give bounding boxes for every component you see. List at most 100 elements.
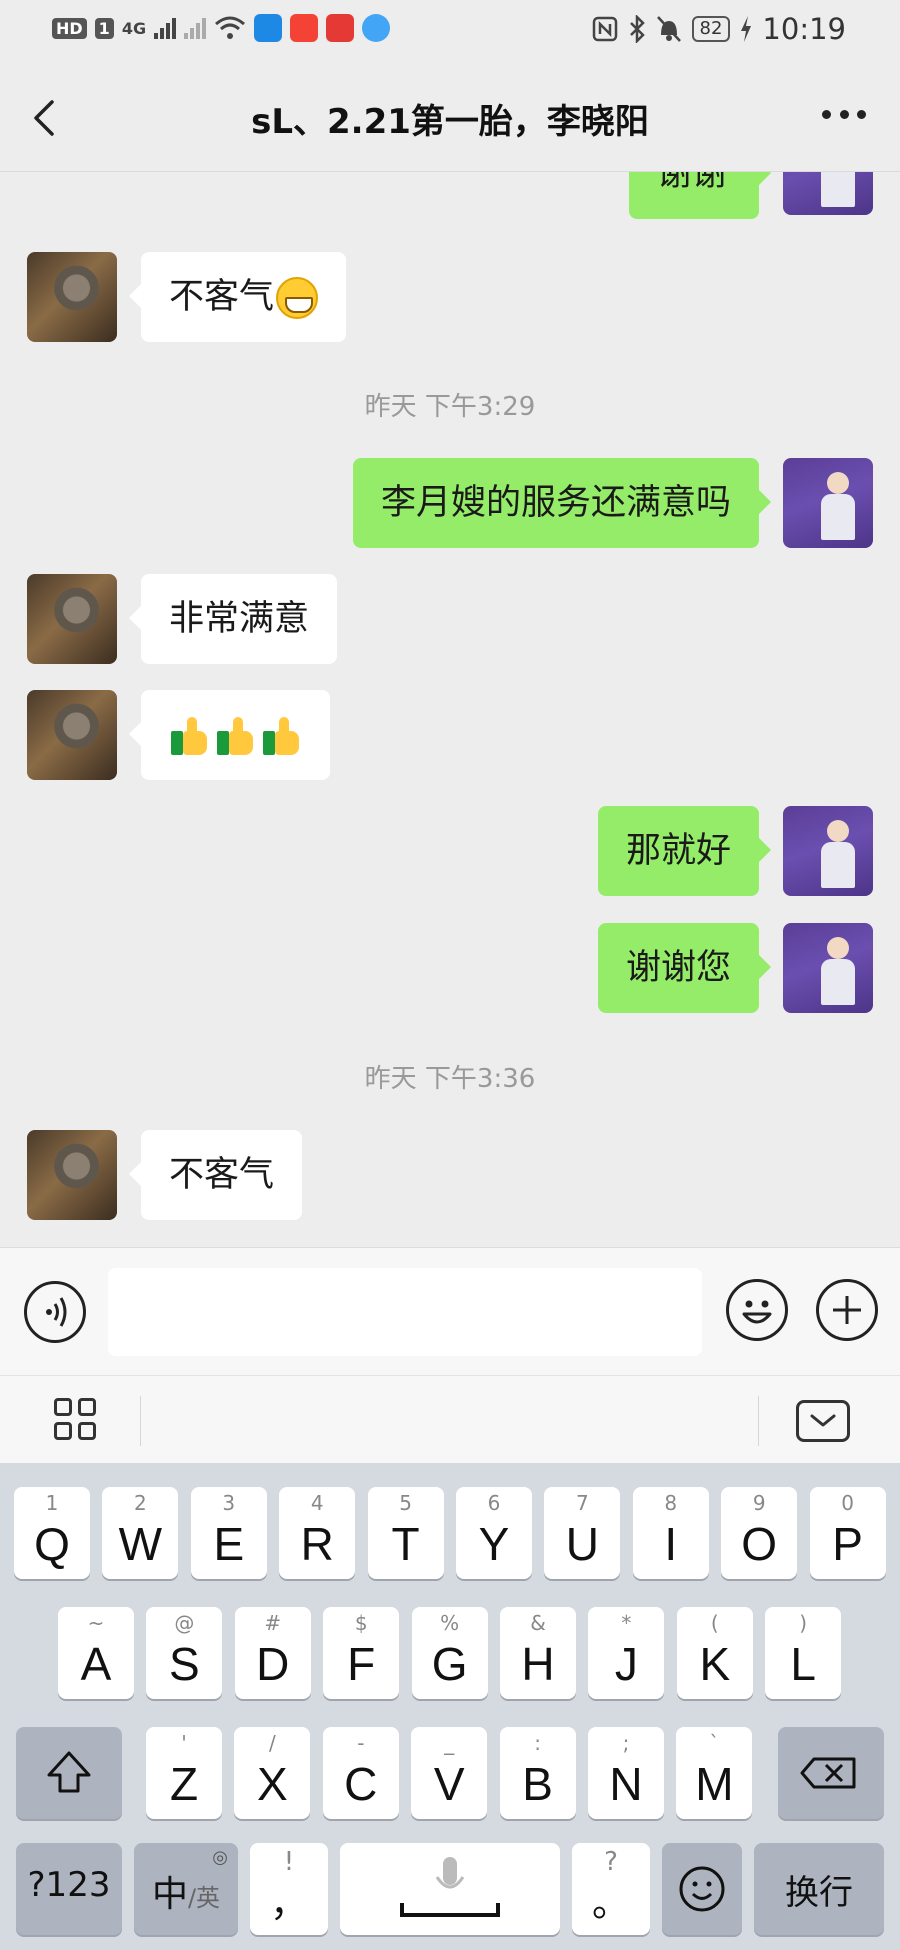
key-y[interactable]: 6Y <box>456 1487 532 1579</box>
message-input[interactable] <box>108 1268 702 1356</box>
voice-input-button[interactable] <box>24 1281 86 1343</box>
key-o[interactable]: 9O <box>721 1487 798 1579</box>
key-hint: # <box>264 1611 282 1635</box>
key-hint: 8 <box>664 1491 678 1515</box>
key-w[interactable]: 2W <box>102 1487 179 1579</box>
more-functions-button[interactable] <box>816 1279 878 1341</box>
voice-icon <box>46 1297 67 1327</box>
keyboard-menu-grid-icon[interactable] <box>54 1398 98 1442</box>
key-char: C <box>344 1758 378 1810</box>
network-type: 4G <box>121 18 147 38</box>
key-l[interactable]: ) L <box>765 1607 842 1699</box>
space-key[interactable] <box>340 1843 560 1935</box>
key-z[interactable]: ' Z <box>146 1727 222 1819</box>
key-s[interactable]: @ S <box>146 1607 223 1699</box>
more-options-icon[interactable] <box>822 110 866 122</box>
key-char: O <box>741 1518 778 1570</box>
shift-key[interactable] <box>16 1727 122 1819</box>
key-char: N <box>609 1758 643 1810</box>
comma-key[interactable]: ! ， <box>250 1843 328 1935</box>
language-switch-key[interactable]: ◎ 中/英 <box>134 1843 238 1935</box>
numbers-key[interactable]: ?123 <box>16 1843 122 1935</box>
key-hint: * <box>621 1611 632 1635</box>
key-k[interactable]: (K <box>676 1607 753 1699</box>
key-char: H <box>521 1638 555 1690</box>
emoji-key[interactable] <box>662 1843 742 1935</box>
key-t[interactable]: 5T <box>367 1487 444 1579</box>
message-bubble-received[interactable] <box>129 690 330 780</box>
key-g[interactable]: % G <box>411 1607 488 1699</box>
key-char: F <box>347 1638 376 1690</box>
backspace-icon <box>800 1757 856 1789</box>
key-u[interactable]: 7U <box>544 1487 621 1579</box>
key-hint: ( <box>710 1611 719 1635</box>
hd-badge: HD <box>52 17 87 39</box>
key-r[interactable]: 4R <box>279 1487 356 1579</box>
back-arrow-icon[interactable] <box>28 98 62 138</box>
key-hint: - <box>357 1731 365 1755</box>
grinning-emoji-icon <box>276 277 319 319</box>
message-text: 谢谢 <box>657 172 728 194</box>
status-right: 82 10:19 <box>592 12 846 46</box>
my-avatar[interactable] <box>783 172 873 215</box>
message-bubble-sent[interactable]: 李月嫂的服务还满意吗 <box>352 458 772 548</box>
emoji-button[interactable] <box>726 1279 788 1341</box>
message-text: 那就好 <box>625 831 731 871</box>
message-bubble-sent[interactable]: 谢谢 <box>629 172 771 219</box>
key-char: B <box>522 1758 553 1810</box>
key-char: 。 <box>591 1883 630 1925</box>
enter-key[interactable]: 换行 <box>754 1843 884 1935</box>
my-avatar[interactable] <box>783 806 873 896</box>
key-p[interactable]: 0P <box>809 1487 886 1579</box>
contact-avatar[interactable] <box>27 252 117 342</box>
key-q[interactable]: 1Q <box>14 1487 90 1579</box>
key-char: K <box>699 1638 731 1690</box>
key-i[interactable]: 8I <box>632 1487 709 1579</box>
key-b[interactable]: :B <box>499 1727 576 1819</box>
bluetooth-icon <box>629 15 645 43</box>
message-bubble-sent[interactable]: 那就好 <box>597 806 772 896</box>
key-char: X <box>257 1758 288 1810</box>
message-bubble-sent[interactable]: 谢谢您 <box>597 923 772 1013</box>
message-bubble-received[interactable]: 不客气 <box>128 1130 303 1220</box>
key-x[interactable]: / X <box>234 1727 311 1819</box>
contact-avatar[interactable] <box>27 1130 117 1220</box>
message-text: 非常满意 <box>169 599 310 639</box>
message-text: 不客气 <box>169 277 275 317</box>
key-char: J <box>614 1638 638 1690</box>
backspace-key[interactable] <box>778 1727 884 1819</box>
contact-avatar[interactable] <box>27 690 117 780</box>
plus-icon <box>833 1296 861 1324</box>
key-char: ， <box>269 1883 308 1925</box>
status-bar: HD 1 4G 82 10:19 <box>0 0 900 60</box>
key-c[interactable]: -C <box>322 1727 399 1819</box>
key-h[interactable]: & H <box>500 1607 576 1699</box>
message-bubble-received[interactable]: 非常满意 <box>128 574 338 664</box>
message-list[interactable]: 谢谢 不客气 昨天 下午3:29 李月嫂的服务还满意吗 非常满意 那就好 谢谢您… <box>0 172 900 1247</box>
key-v[interactable]: _ V <box>411 1727 488 1819</box>
key-char: W <box>118 1518 163 1570</box>
key-char: E <box>213 1518 245 1570</box>
key-d[interactable]: # D <box>234 1607 311 1699</box>
key-m[interactable]: ` M <box>676 1727 753 1819</box>
key-j[interactable]: * J <box>588 1607 665 1699</box>
message-bubble-received[interactable]: 不客气 <box>128 252 347 342</box>
app-notification-icon <box>326 14 355 42</box>
key-n[interactable]: ; N <box>588 1727 664 1819</box>
status-time: 10:19 <box>762 12 846 46</box>
my-avatar[interactable] <box>783 923 873 1013</box>
key-a[interactable]: ~ A <box>58 1607 134 1699</box>
key-hint: 3 <box>222 1491 236 1515</box>
key-char: M <box>695 1758 734 1810</box>
my-avatar[interactable] <box>783 458 873 548</box>
nfc-icon <box>592 16 617 42</box>
lang-sub-label: /英 <box>187 1884 221 1912</box>
hide-keyboard-icon[interactable] <box>796 1400 850 1442</box>
contact-avatar[interactable] <box>27 574 117 664</box>
mute-icon <box>656 16 681 42</box>
key-e[interactable]: 3E <box>190 1487 267 1579</box>
key-hint: $ <box>354 1611 368 1635</box>
key-hint: & <box>530 1611 546 1635</box>
period-key[interactable]: ? 。 <box>572 1843 650 1935</box>
key-f[interactable]: $ F <box>323 1607 400 1699</box>
